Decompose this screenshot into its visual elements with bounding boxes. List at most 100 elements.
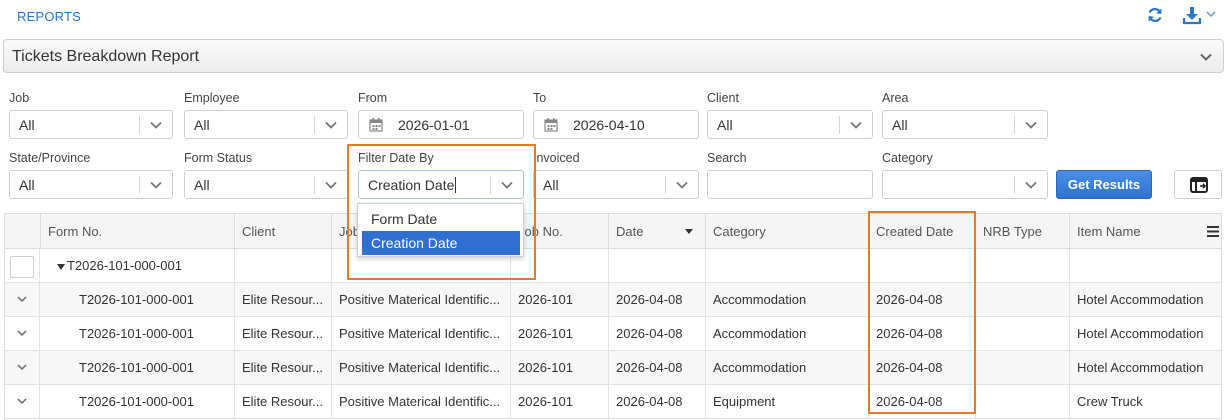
cell-nrb-type [976,317,1070,350]
download-icon[interactable] [1182,5,1202,25]
search-label: Search [707,151,747,165]
menu-icon[interactable] [1207,226,1219,237]
refresh-icon[interactable] [1146,6,1164,24]
to-date-input[interactable]: 2026-04-10 [533,110,699,139]
header-nrb-type[interactable]: NRB Type [976,214,1070,249]
employee-select[interactable]: All [184,110,348,139]
chevron-down-icon [325,181,337,189]
cell-category: Accommodation [706,317,869,350]
cell-created-date: 2026-04-08 [869,283,976,316]
table-row[interactable]: T2026-101-000-001 Elite Resour... Positi… [5,317,1221,351]
option-creation-date[interactable]: Creation Date [362,231,520,255]
table-row[interactable]: T2026-101-000-001 Elite Resour... Positi… [5,283,1221,317]
chevron-down-icon [325,121,337,129]
column-chooser-button[interactable] [1174,170,1222,199]
header-job-no[interactable]: Job No. [511,214,609,249]
cell-job-no: 2026-101 [511,317,609,350]
client-value: All [717,117,733,133]
form-status-value: All [194,177,210,193]
group-spacer [609,249,706,282]
chevron-down-icon[interactable] [17,296,27,303]
header-item-name[interactable]: Item Name [1070,214,1221,249]
sort-desc-icon [685,229,693,234]
from-value: 2026-01-01 [398,117,470,133]
chevron-down-icon [850,121,862,129]
filter-date-by-dropdown: Form Date Creation Date [357,203,524,257]
form-status-select[interactable]: All [184,170,348,199]
cell-nrb-type [976,283,1070,316]
cell-job: Positive Materical Identific... [332,351,511,384]
chevron-down-icon [501,181,513,189]
header-form-no[interactable]: Form No. [41,214,235,249]
from-date-input[interactable]: 2026-01-01 [358,110,524,139]
cell-client: Elite Resour... [235,351,332,384]
state-label: State/Province [9,151,91,165]
header-date[interactable]: Date [609,214,706,249]
get-results-button[interactable]: Get Results [1056,170,1152,199]
filter-date-by-label: Filter Date By [358,151,434,165]
cell-job-no: 2026-101 [511,283,609,316]
group-row[interactable]: T2026-101-000-001 [5,249,1221,283]
chevron-down-icon [1025,181,1037,189]
chevron-down-icon[interactable] [17,330,27,337]
cell-category: Accommodation [706,283,869,316]
chevron-down-icon[interactable] [17,398,27,405]
job-label: Job [9,91,30,105]
calendar-icon [544,118,558,132]
header-client[interactable]: Client [235,214,332,249]
header-created-date[interactable]: Created Date [869,214,976,249]
category-label: Category [882,151,933,165]
from-label: From [358,91,388,105]
cell-created-date: 2026-04-08 [869,317,976,350]
report-selector[interactable]: Tickets Breakdown Report [3,39,1224,73]
client-select[interactable]: All [707,110,873,139]
chevron-down-icon [150,181,162,189]
cell-form-no: T2026-101-000-001 [41,385,235,418]
invoiced-label: Invoiced [533,151,580,165]
group-label: T2026-101-000-001 [61,249,235,282]
top-bar: REPORTS [0,0,1226,34]
reports-link[interactable]: REPORTS [17,9,81,24]
header-category[interactable]: Category [706,214,869,249]
chevron-down-icon[interactable] [1205,8,1217,20]
job-value: All [19,117,35,133]
state-select[interactable]: All [9,170,173,199]
group-spacer [706,249,869,282]
table-row[interactable]: T2026-101-000-001 Elite Resour... Positi… [5,385,1221,419]
grid-header: Form No. Client Job Job No. Date Categor… [5,213,1221,249]
report-title: Tickets Breakdown Report [12,48,200,65]
invoiced-value: All [543,177,559,193]
filter-date-by-select[interactable]: Creation Date [358,170,524,199]
cell-job: Positive Materical Identific... [332,317,511,350]
employee-label: Employee [184,91,240,105]
group-spacer [869,249,976,282]
option-form-date[interactable]: Form Date [362,207,520,231]
cell-job: Positive Materical Identific... [332,283,511,316]
area-value: All [892,117,908,133]
invoiced-select[interactable]: All [533,170,699,199]
group-spacer [511,249,609,282]
state-value: All [19,177,35,193]
category-select[interactable] [882,170,1048,199]
table-row[interactable]: T2026-101-000-001 Elite Resour... Positi… [5,351,1221,385]
cell-job-no: 2026-101 [511,385,609,418]
search-input[interactable] [707,170,873,199]
to-label: To [533,91,547,105]
chevron-down-icon [1025,121,1037,129]
job-select[interactable]: All [9,110,173,139]
area-label: Area [882,91,909,105]
cell-item-name: Hotel Accommodation [1077,326,1204,341]
cell-nrb-type [976,385,1070,418]
header-date-label: Date [616,224,644,239]
cell-nrb-type [976,351,1070,384]
cell-date: 2026-04-08 [609,283,706,316]
calendar-icon [369,118,383,132]
group-checkbox[interactable] [10,256,34,278]
cell-date: 2026-04-08 [609,351,706,384]
cell-job-no: 2026-101 [511,351,609,384]
chevron-down-icon[interactable] [17,364,27,371]
column-chooser-icon [1190,177,1208,193]
area-select[interactable]: All [882,110,1048,139]
header-expand-col [5,214,41,249]
employee-value: All [194,117,210,133]
